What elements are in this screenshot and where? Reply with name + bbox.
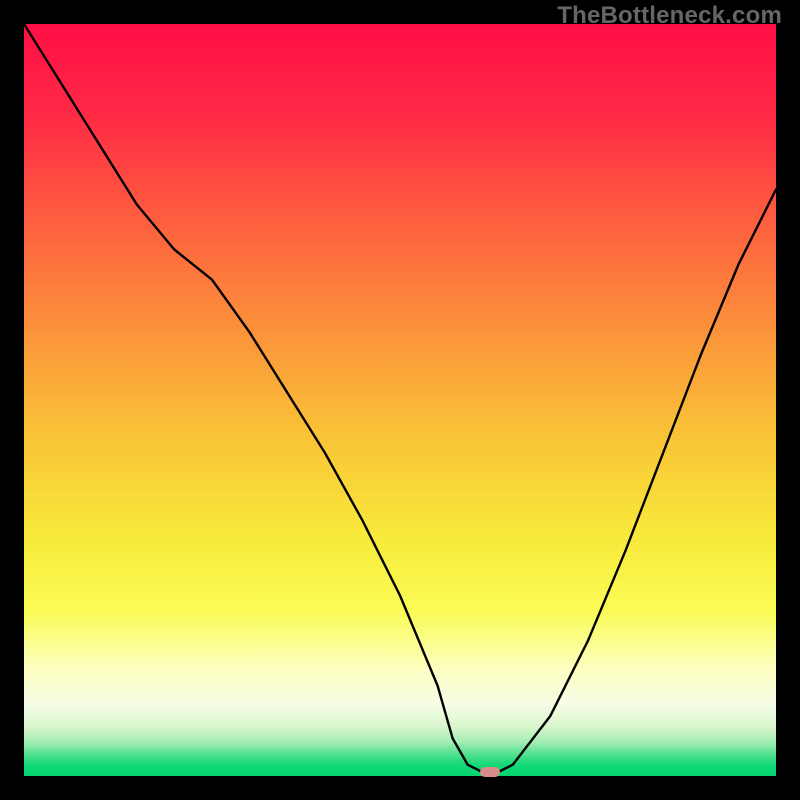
plot-area (24, 24, 776, 776)
optimal-point-marker (480, 767, 500, 777)
chart-frame: TheBottleneck.com (0, 0, 800, 800)
watermark-text: TheBottleneck.com (557, 2, 782, 30)
bottleneck-curve (24, 24, 776, 776)
curve-path (24, 24, 776, 772)
